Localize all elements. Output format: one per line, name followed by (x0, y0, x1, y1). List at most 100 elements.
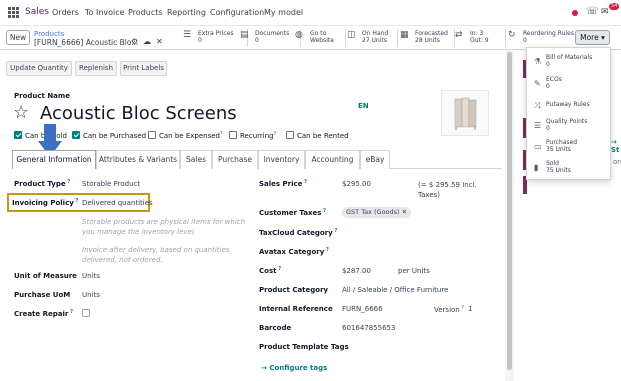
tab-accounting[interactable]: Accounting (305, 150, 360, 169)
breadcrumb-current: [FURN_6666] Acoustic Blo... (34, 38, 139, 47)
barcode-field[interactable]: 601647855653 (342, 324, 395, 332)
replenish-button[interactable]: Replenish (75, 61, 117, 76)
menu-orders[interactable]: Orders (52, 8, 79, 17)
dropdown-item-sold[interactable]: ▮ Sold 75 Units (527, 158, 612, 178)
tab-general-information[interactable]: General Information (12, 150, 96, 169)
tax-tag[interactable]: GST Tax (Goods) ✕ (342, 207, 412, 218)
uom-field[interactable]: Units (82, 272, 100, 280)
stat-in-out[interactable]: ⇄ In: 3 Out: 9 (455, 29, 506, 47)
print-labels-button[interactable]: Print Labels (120, 61, 167, 76)
product-name-field[interactable]: Acoustic Bloc Screens (40, 103, 237, 124)
cost-field[interactable]: $287.00 (342, 267, 371, 275)
checkbox-recurring[interactable]: Recurring? (229, 131, 276, 140)
help-tooltip-icon[interactable]: ? (220, 131, 223, 137)
cloud-save-icon[interactable]: ☁ (143, 37, 151, 46)
taxcloud-category-label: TaxCloud Category ? (259, 228, 337, 237)
menu-my-model[interactable]: My model (264, 8, 303, 17)
purchase-uom-field[interactable]: Units (82, 291, 100, 299)
help-tooltip-icon[interactable]: ? (66, 179, 70, 185)
globe-icon: ◍ (295, 30, 303, 40)
on-hand-icon: ◫ (347, 30, 356, 40)
checkbox-box[interactable] (72, 131, 80, 139)
vertical-scrollbar[interactable] (507, 52, 512, 370)
stat-on-hand[interactable]: ◫ On Hand 27 Units (347, 29, 398, 47)
checkbox-box[interactable] (148, 131, 156, 139)
new-button[interactable]: New (6, 30, 30, 45)
avatax-category-label: Avatax Category ? (259, 247, 329, 256)
dropdown-item-quality-points[interactable]: ☰ Quality Points 0 (527, 116, 612, 136)
status-dot-icon[interactable] (572, 10, 578, 16)
stat-extra-prices[interactable]: ☰ Extra Prices 0 (183, 29, 248, 47)
item-value: 75 Units (546, 167, 571, 174)
tax-tag-label: GST Tax (Goods) (346, 208, 400, 216)
label-text: Customer Taxes (259, 209, 322, 217)
tab-inventory[interactable]: Inventory (258, 150, 305, 169)
stat-go-to-website[interactable]: ◍ Go to Website (295, 29, 346, 47)
dropdown-item-purchased[interactable]: ▭ Purchased 35 Units (527, 137, 612, 157)
tab-sales[interactable]: Sales (180, 150, 212, 169)
dropdown-item-putaway-rules[interactable]: ⤨ Putaway Rules (527, 96, 612, 116)
chat-icon[interactable]: ✉ (601, 7, 609, 17)
credit-card-icon: ▭ (534, 142, 542, 151)
tab-purchase[interactable]: Purchase (212, 150, 258, 169)
update-quantity-button[interactable]: Update Quantity (6, 61, 72, 76)
top-navbar: Sales Orders To Invoice Products Reporti… (0, 0, 621, 26)
menu-to-invoice[interactable]: To Invoice (85, 8, 125, 17)
help-tooltip-icon[interactable]: ? (276, 266, 281, 272)
breadcrumb-products[interactable]: Products (34, 30, 64, 38)
checkbox-can-be-expensed[interactable]: Can be Expensed? (148, 131, 223, 140)
gear-icon[interactable]: ⚙ (131, 37, 138, 46)
product-type-field[interactable]: Storable Product (82, 180, 140, 188)
checkbox-box[interactable] (286, 131, 294, 139)
checkbox-box[interactable] (14, 131, 22, 139)
invoicing-policy-field[interactable]: Delivered quantities (82, 199, 153, 207)
tab-ebay[interactable]: eBay (360, 150, 390, 169)
checkbox-label: Can be Purchased (83, 132, 147, 140)
help-tooltip-icon[interactable]: ? (302, 179, 307, 185)
product-name-label: Product Name (14, 92, 70, 100)
product-category-field[interactable]: All / Saleable / Office Furniture (342, 286, 448, 294)
language-toggle[interactable]: EN (358, 102, 369, 110)
help-tooltip-icon[interactable]: ? (321, 208, 326, 214)
more-dropdown-menu: ⚗ Bill of Materials 0 ✎ ECOs 0 ⤨ Putaway… (526, 47, 611, 180)
internal-reference-field[interactable]: FURN_6666 (342, 305, 383, 313)
configure-tags-link[interactable]: → Configure tags (261, 364, 327, 372)
product-image[interactable] (441, 90, 489, 136)
sales-price-incl-taxes: (= $ 295.59 Incl. Taxes) (418, 181, 477, 199)
item-value: 0 (546, 61, 550, 68)
tab-attributes-variants[interactable]: Attributes & Variants (96, 150, 180, 169)
remove-tag-icon[interactable]: ✕ (402, 208, 407, 216)
help-tooltip-icon[interactable]: ? (274, 131, 277, 137)
checkbox-label: Recurring (240, 132, 274, 140)
version-label: Version ? (434, 305, 464, 314)
checkbox-can-be-rented[interactable]: Can be Rented (286, 131, 349, 140)
help-tooltip-icon[interactable]: ? (324, 247, 329, 253)
stat-label: Forecasted (415, 30, 448, 37)
notification-badge: 54 (609, 3, 620, 10)
stat-reordering-rules[interactable]: ↻ Reordering Rules 0 (508, 29, 574, 47)
create-repair-checkbox[interactable] (82, 309, 90, 317)
help-tooltip-icon[interactable]: ? (74, 198, 79, 204)
stat-documents[interactable]: ▤ Documents 0 (240, 29, 301, 47)
favorite-star-icon[interactable]: ☆ (13, 102, 29, 123)
discard-icon[interactable]: ✕ (156, 37, 163, 46)
phone-icon[interactable]: ☏ (586, 6, 599, 17)
checkbox-can-be-purchased[interactable]: Can be Purchased (72, 131, 146, 140)
help-tooltip-icon[interactable]: ? (333, 228, 337, 234)
checkbox-box[interactable] (229, 131, 237, 139)
checkbox-label: Can be Expensed (159, 132, 220, 140)
menu-configuration[interactable]: Configuration (210, 8, 264, 17)
help-tooltip-icon[interactable]: ? (460, 305, 464, 311)
help-tooltip-icon[interactable]: ? (68, 309, 73, 315)
menu-products[interactable]: Products (128, 8, 163, 17)
app-brand[interactable]: Sales (25, 7, 49, 17)
label-text: Avatax Category (259, 248, 325, 256)
more-button[interactable]: More ▾ (575, 30, 610, 45)
dropdown-item-ecos[interactable]: ✎ ECOs 0 (527, 74, 612, 94)
chatter-link[interactable]: → St (611, 138, 621, 154)
menu-reporting[interactable]: Reporting (167, 8, 206, 17)
apps-grid-icon[interactable] (8, 7, 19, 18)
stat-forecasted[interactable]: ▦ Forecasted 28 Units (400, 29, 455, 47)
sales-price-field[interactable]: $295.00 (342, 180, 371, 188)
dropdown-item-bill-of-materials[interactable]: ⚗ Bill of Materials 0 (527, 52, 612, 72)
